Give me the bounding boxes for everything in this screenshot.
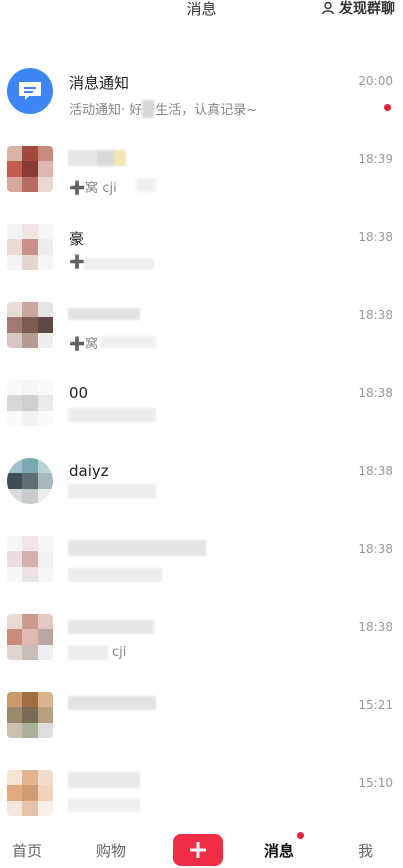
conversation-item[interactable]: 豪 ➕ 18:38 [0, 216, 403, 292]
conversation-item[interactable]: ➕窝 cji 18:39 [0, 138, 403, 214]
redaction [142, 100, 154, 118]
avatar [7, 536, 53, 582]
conversation-name: 00 [69, 384, 89, 402]
unread-dot [297, 832, 304, 839]
add-post-button[interactable] [173, 834, 223, 866]
conversation-item[interactable]: 00 18:38 [0, 372, 403, 448]
discover-groups-button[interactable]: 发现群聊 [321, 0, 395, 18]
redaction [68, 568, 162, 582]
tab-me[interactable]: 我 [358, 840, 373, 861]
conversation-preview: ➕窝 [69, 337, 99, 352]
redaction [68, 620, 154, 634]
bottom-tab-bar: 首页 购物 消息 我 [0, 830, 403, 868]
conversation-time: 18:39 [358, 152, 393, 166]
avatar [7, 770, 53, 816]
conversation-time: 18:38 [358, 230, 393, 244]
conversation-item[interactable]: 18:38 [0, 528, 403, 604]
conversation-item[interactable]: 15:10 [0, 762, 403, 838]
person-icon [321, 1, 335, 15]
redaction [136, 178, 156, 192]
avatar [7, 614, 53, 660]
discover-groups-label: 发现群聊 [339, 1, 395, 17]
conversation-preview: cji [112, 645, 127, 660]
redaction [68, 308, 140, 320]
plus-icon [190, 842, 206, 858]
tab-shop[interactable]: 购物 [96, 840, 126, 861]
conversation-time: 15:10 [358, 776, 393, 790]
redaction [68, 540, 206, 556]
conversation-time: 20:00 [358, 74, 393, 88]
conversation-time: 18:38 [358, 464, 393, 478]
avatar [7, 146, 53, 192]
redaction [100, 336, 156, 348]
unread-dot [384, 104, 391, 111]
tab-messages[interactable]: 消息 [264, 840, 294, 861]
conversation-time: 18:38 [358, 386, 393, 400]
conversation-item[interactable]: daiyz 18:38 [0, 450, 403, 526]
notification-avatar [7, 68, 53, 114]
top-bar: 消息 发现群聊 [0, 0, 403, 22]
conversation-time: 18:38 [358, 620, 393, 634]
chat-bubble-icon [19, 82, 41, 100]
conversation-name: 豪 [69, 230, 85, 248]
conversation-notifications[interactable]: 消息通知 活动通知· 好好生活，认真记录~ 20:00 [0, 60, 403, 136]
avatar [7, 380, 53, 426]
redaction [68, 646, 108, 660]
redaction [68, 484, 156, 498]
conversation-time: 18:38 [358, 308, 393, 322]
redaction [68, 150, 126, 166]
conversation-item[interactable]: cji 18:38 [0, 606, 403, 682]
avatar [7, 458, 53, 504]
conversation-preview: ➕ [69, 255, 86, 270]
conversation-item[interactable]: 15:21 [0, 684, 403, 760]
conversation-name: daiyz [69, 462, 109, 480]
conversation-item[interactable]: ➕窝 18:38 [0, 294, 403, 370]
conversation-preview: 活动通知· 好好生活，认真记录~ [69, 103, 258, 118]
redaction [68, 408, 156, 422]
conversation-preview: ➕窝 cji [69, 181, 117, 196]
conversation-name: 消息通知 [69, 74, 130, 92]
redaction [84, 258, 154, 270]
avatar [7, 224, 53, 270]
conversation-time: 15:21 [358, 698, 393, 712]
redaction [68, 772, 140, 788]
redaction [68, 696, 156, 710]
avatar [7, 692, 53, 738]
conversation-time: 18:38 [358, 542, 393, 556]
redaction [68, 798, 140, 812]
avatar [7, 302, 53, 348]
tab-home[interactable]: 首页 [12, 840, 42, 861]
